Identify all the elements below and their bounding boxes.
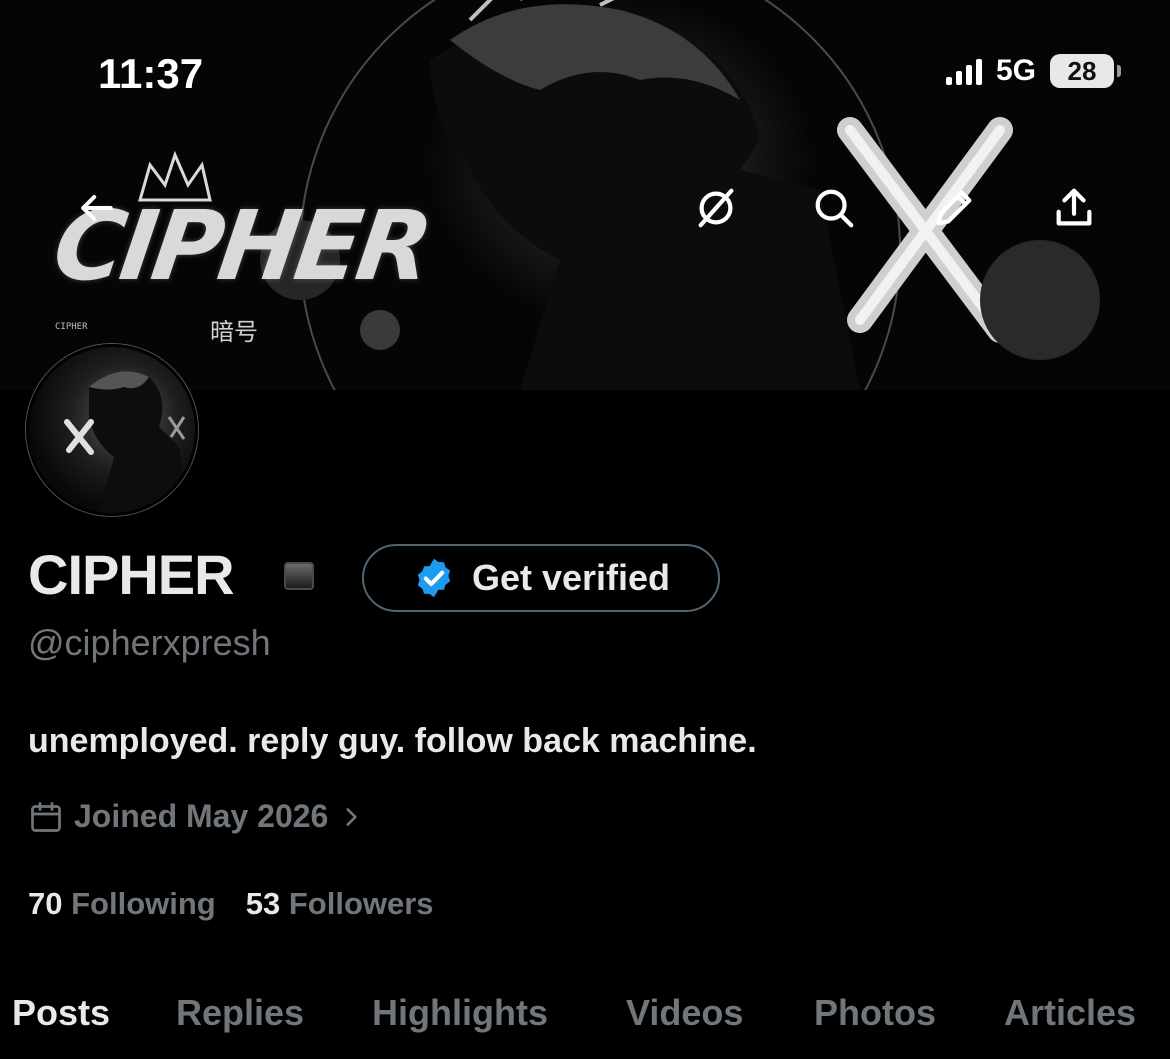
display-name: CIPHER bbox=[28, 543, 235, 606]
status-indicators: 5G 28 bbox=[945, 54, 1121, 88]
status-time: 11:37 bbox=[98, 50, 204, 97]
followers-count: 53 bbox=[245, 886, 281, 921]
following-link[interactable]: 70 Following bbox=[28, 886, 216, 922]
chevron-right-icon bbox=[346, 807, 357, 826]
tab-videos[interactable]: Videos bbox=[626, 992, 743, 1034]
tab-articles[interactable]: Articles bbox=[1004, 992, 1136, 1034]
name-emoji-icon bbox=[284, 562, 314, 590]
calendar-icon bbox=[31, 801, 61, 832]
follow-stats: 70 Following 53 Followers bbox=[28, 886, 434, 922]
get-verified-button[interactable]: Get verified bbox=[362, 544, 720, 612]
battery-icon: 28 bbox=[1050, 54, 1121, 88]
tab-posts[interactable]: Posts bbox=[12, 992, 110, 1034]
edit-icon[interactable] bbox=[928, 182, 980, 234]
grok-icon[interactable] bbox=[690, 182, 742, 234]
network-type: 5G bbox=[995, 54, 1036, 87]
profile-bio: unemployed. reply guy. follow back machi… bbox=[28, 722, 757, 760]
followers-label: Followers bbox=[288, 886, 434, 921]
profile-tabs: Posts Replies Highlights Videos Photos A… bbox=[0, 992, 1170, 1059]
verified-badge-icon bbox=[417, 558, 451, 598]
back-icon[interactable] bbox=[70, 182, 122, 234]
followers-link[interactable]: 53 Followers bbox=[246, 886, 434, 922]
battery-level: 28 bbox=[1067, 55, 1097, 86]
banner-kanji-text: 暗号 bbox=[210, 318, 258, 346]
joined-label: Joined May 2026 bbox=[74, 798, 329, 834]
get-verified-label: Get verified bbox=[471, 557, 671, 598]
joined-date[interactable]: Joined May 2026 bbox=[28, 798, 364, 835]
following-count: 70 bbox=[28, 886, 63, 921]
tab-replies[interactable]: Replies bbox=[176, 992, 304, 1034]
following-label: Following bbox=[71, 886, 216, 921]
banner-small-text: CIPHER bbox=[55, 322, 88, 332]
search-icon[interactable] bbox=[808, 182, 860, 234]
share-icon[interactable] bbox=[1048, 182, 1100, 234]
avatar[interactable] bbox=[26, 344, 198, 516]
signal-icon bbox=[945, 57, 982, 85]
avatar-artwork bbox=[64, 371, 189, 513]
profile-handle: @cipherxpresh bbox=[28, 622, 271, 663]
tab-photos[interactable]: Photos bbox=[814, 992, 936, 1034]
tab-highlights[interactable]: Highlights bbox=[372, 992, 548, 1034]
